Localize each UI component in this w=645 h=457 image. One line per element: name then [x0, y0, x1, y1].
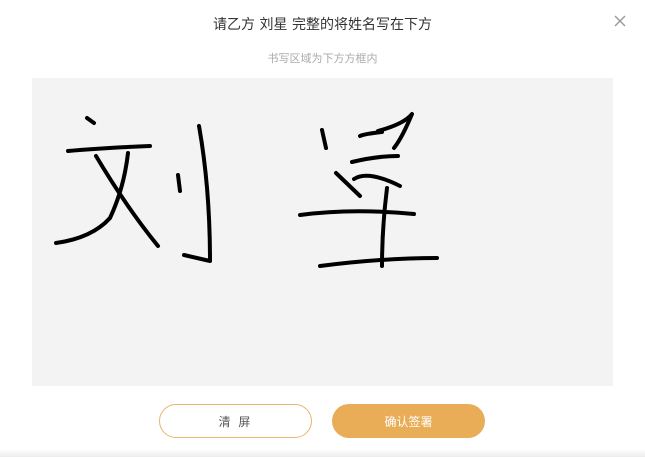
signature-dialog: 请乙方 刘星 完整的将姓名写在下方 书写区域为下方方框内 清 屏 确认签署	[0, 0, 645, 457]
close-icon[interactable]	[611, 12, 629, 30]
dialog-title: 请乙方 刘星 完整的将姓名写在下方	[213, 17, 432, 33]
clear-button[interactable]: 清 屏	[159, 404, 312, 438]
dialog-subtitle: 书写区域为下方方框内	[267, 52, 378, 65]
bottom-divider	[0, 449, 645, 457]
handwritten-signature	[54, 112, 439, 268]
signature-canvas[interactable]	[32, 78, 613, 386]
confirm-sign-button[interactable]: 确认签署	[332, 404, 485, 438]
